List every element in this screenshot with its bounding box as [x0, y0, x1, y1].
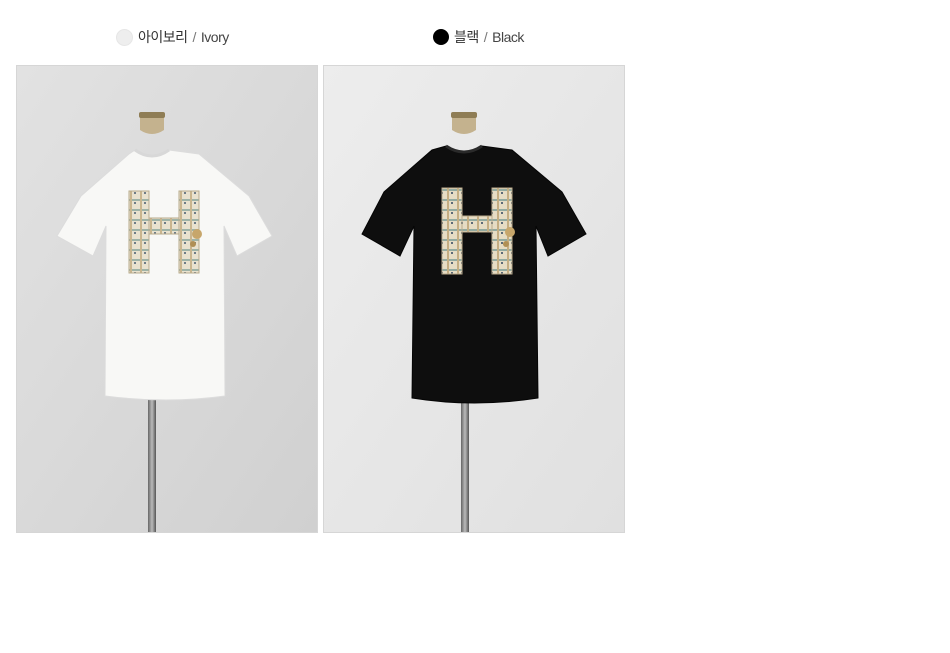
ivory-swatch-icon: [116, 28, 133, 46]
black-tshirt-image: [324, 66, 624, 532]
black-swatch-icon: [433, 29, 449, 45]
color-separator: /: [192, 29, 197, 45]
color-label-ivory: 아이보리 / Ivory: [116, 26, 229, 48]
color-name-korean: 블랙: [454, 29, 479, 45]
color-label-black: 블랙 / Black: [433, 26, 524, 48]
color-name-korean: 아이보리: [138, 29, 188, 45]
color-name-english: Ivory: [200, 29, 229, 45]
color-separator: /: [483, 29, 488, 45]
ivory-tshirt-image: [17, 66, 317, 532]
color-name-english: Black: [492, 29, 524, 45]
black-tshirt-photo: [323, 65, 625, 533]
ivory-tshirt-photo: [16, 65, 318, 533]
